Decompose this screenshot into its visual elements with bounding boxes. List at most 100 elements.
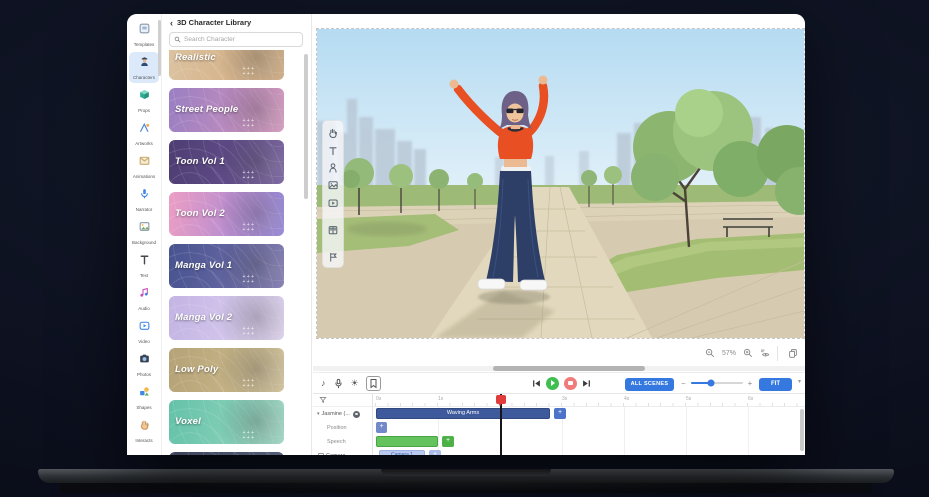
card-realistic[interactable]: Realistic <box>169 50 284 80</box>
timeline-filter[interactable] <box>313 394 372 407</box>
ruler-tick-label: 4s <box>624 396 629 402</box>
card-street-people[interactable]: Street People <box>169 88 284 132</box>
sidebar-item-artworks[interactable]: Artworks <box>129 118 159 149</box>
sidebar-item-label: Narrator <box>136 207 153 212</box>
scenes-tool-icon[interactable] <box>326 222 341 237</box>
sidebar-item-background[interactable]: Background <box>129 217 159 248</box>
sidebar-item-label: Video <box>138 339 149 344</box>
track-label-position[interactable]: Position <box>313 421 372 435</box>
camera-track-icon <box>318 453 324 455</box>
sidebar-item-label: Photos <box>137 372 151 377</box>
plus-grid-icon <box>242 171 254 181</box>
mic-icon[interactable] <box>333 378 344 389</box>
preview-eye-icon[interactable] <box>760 348 770 358</box>
sidebar-item-narrator[interactable]: Narrator <box>129 184 159 215</box>
sidebar-item-shapes[interactable]: Shapes <box>129 382 159 413</box>
zoom-out-icon[interactable] <box>705 348 715 358</box>
canvas-stage[interactable] <box>316 28 805 339</box>
timeline-ruler[interactable]: 0s 1s 2s 3s 4s 5s 6s <box>373 394 805 407</box>
slider-plus[interactable]: + <box>748 379 753 388</box>
sidebar-item-label: Animations <box>133 174 155 179</box>
add-position-button[interactable]: + <box>376 422 387 433</box>
stop-icon <box>568 381 573 386</box>
text-icon <box>138 253 151 271</box>
back-icon[interactable]: ‹ <box>170 18 173 28</box>
timeline: ▾ Jasmine (... Position Speech Camera 0s… <box>313 394 805 455</box>
sidebar-item-animations[interactable]: Animations <box>129 151 159 182</box>
character-card-list: Realistic Street People Toon Vol 1 Toon … <box>169 50 291 455</box>
card-manga-vol-1[interactable]: Manga Vol 1 <box>169 244 284 288</box>
background-icon <box>138 220 151 238</box>
track-label-camera[interactable]: Camera <box>313 449 372 455</box>
hand-tool-icon[interactable] <box>326 126 341 141</box>
duplicate-canvas-button[interactable] <box>785 346 800 361</box>
track-badge-icon[interactable] <box>353 411 360 418</box>
add-camera-button[interactable]: + <box>429 450 441 456</box>
sidebar-item-label: Characters <box>133 75 155 80</box>
sidebar-item-label: Audio <box>138 306 150 311</box>
panel-title: 3D Character Library <box>177 18 251 27</box>
slider-minus[interactable]: − <box>681 379 686 388</box>
divider <box>777 346 778 361</box>
card-voxel[interactable]: Voxel <box>169 400 284 444</box>
track-label-character[interactable]: ▾ Jasmine (... <box>313 407 372 421</box>
ruler-tick-label: 6s <box>748 396 753 402</box>
timeline-v-scrollbar[interactable] <box>800 409 804 451</box>
add-animation-button[interactable]: + <box>554 408 566 419</box>
video-tool-icon[interactable] <box>326 195 341 210</box>
sidebar-item-templates[interactable]: Templates <box>129 19 159 50</box>
timeline-track-labels: ▾ Jasmine (... Position Speech Camera <box>313 394 373 455</box>
card-label: Toon Vol 2 <box>175 208 225 219</box>
music-icon[interactable]: ♪ <box>321 378 326 388</box>
skip-end-button[interactable] <box>582 379 591 388</box>
all-scenes-button[interactable]: ALL SCENES <box>625 378 674 391</box>
add-speech-button[interactable]: + <box>442 436 454 447</box>
shapes-icon <box>138 385 151 403</box>
zoom-in-icon[interactable] <box>743 348 753 358</box>
sidebar-item-audio[interactable]: Audio <box>129 283 159 314</box>
sidebar-item-props[interactable]: Props <box>129 85 159 116</box>
timeline-grid[interactable]: 0s 1s 2s 3s 4s 5s 6s Waving A <box>373 394 805 455</box>
panel-scrollbar[interactable] <box>304 54 308 199</box>
effects-sun-icon[interactable]: ☀ <box>351 378 359 389</box>
bookmark-tool[interactable] <box>366 376 381 391</box>
card-low-poly[interactable]: Low Poly <box>169 348 284 392</box>
play-button[interactable] <box>546 377 559 390</box>
card-toon-vol-1[interactable]: Toon Vol 1 <box>169 140 284 184</box>
canvas-zoom-bar: 57% <box>705 343 800 363</box>
sidebar-item-photos[interactable]: Photos <box>129 349 159 380</box>
chevron-down-icon[interactable]: ▾ <box>317 411 320 417</box>
slider-knob[interactable] <box>708 380 715 387</box>
clip-waving-arms[interactable]: Waving Arms <box>376 408 550 419</box>
text-tool-icon[interactable] <box>326 143 341 158</box>
canvas-toolbar <box>322 120 344 268</box>
filter-funnel-icon <box>319 396 327 404</box>
sidebar-item-text[interactable]: Text <box>129 250 159 281</box>
card-toon-vol-2[interactable]: Toon Vol 2 <box>169 192 284 236</box>
card-manga-vol-2[interactable]: Manga Vol 2 <box>169 296 284 340</box>
fit-button[interactable]: FIT <box>759 378 792 391</box>
track-label-speech[interactable]: Speech <box>313 435 372 449</box>
sidebar-item-characters[interactable]: Characters <box>129 52 159 83</box>
laptop-base <box>38 469 894 483</box>
card-partial[interactable] <box>169 452 284 455</box>
search-box[interactable] <box>169 32 303 47</box>
timeline-collapse-icon[interactable]: ▾ <box>798 378 801 385</box>
skip-start-button[interactable] <box>532 379 541 388</box>
character-tool-icon[interactable] <box>326 161 341 176</box>
stop-button[interactable] <box>564 377 577 390</box>
clip-camera-1[interactable]: Camera 1 <box>379 450 425 456</box>
clip-speech[interactable] <box>376 436 438 447</box>
h-scrollbar-thumb[interactable] <box>493 366 645 371</box>
slider-track[interactable] <box>691 382 743 384</box>
sidebar-item-video[interactable]: Video <box>129 316 159 347</box>
card-label: Street People <box>175 104 238 115</box>
search-input[interactable] <box>184 36 298 43</box>
sidebar-item-label: Text <box>140 273 148 278</box>
image-tool-icon[interactable] <box>326 178 341 193</box>
sidebar-item-interacts[interactable]: Interacts <box>129 415 159 446</box>
flag-tool-icon[interactable] <box>326 250 341 265</box>
sidebar-item-label: Artworks <box>135 141 153 146</box>
plus-grid-icon <box>242 275 254 285</box>
playhead-handle[interactable] <box>496 395 506 404</box>
